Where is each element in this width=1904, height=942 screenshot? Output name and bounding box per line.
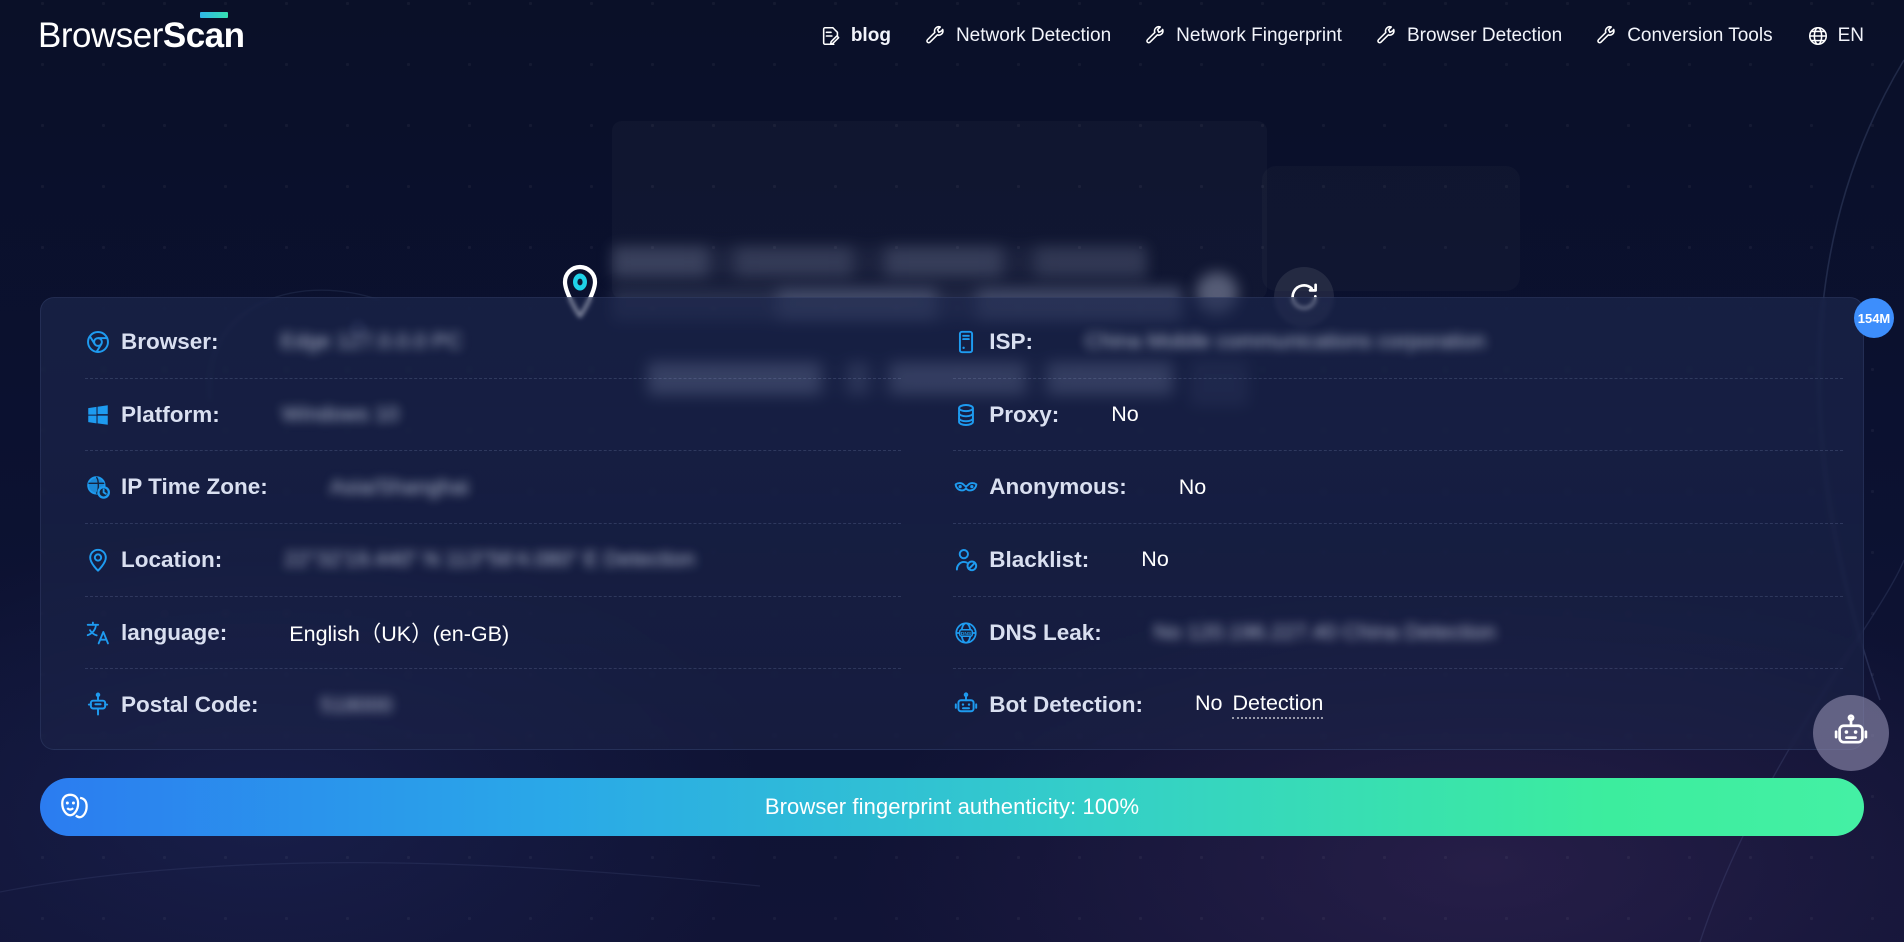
- info-row-isp: ISP: China Mobile communications corpora…: [953, 306, 1843, 379]
- nav-label-language: EN: [1837, 25, 1864, 46]
- info-value-location: 22°32'19.440" N 113°56'4.080" E Detectio…: [284, 547, 696, 572]
- info-column-left: Browser: Edge 127.0.0.0 PC Platform: Win…: [41, 298, 911, 749]
- info-label-blacklist: Blacklist:: [989, 546, 1090, 572]
- document-pencil-icon: [822, 26, 840, 46]
- chrome-browser-icon: [87, 330, 109, 353]
- info-value-dns-leak: No 120.196.227.40 China Detection: [1153, 620, 1496, 645]
- info-row-anonymous: Anonymous: No: [953, 451, 1843, 525]
- info-label-location: Location:: [121, 546, 223, 572]
- fingerprint-info-card: Browser: Edge 127.0.0.0 PC Platform: Win…: [40, 297, 1889, 771]
- nav-label-network-detection: Network Detection: [955, 25, 1112, 46]
- site-header: Browser Scan blog Network Detection Netw…: [0, 0, 1904, 72]
- info-row-postal-code: Postal Code: 518000: [85, 669, 901, 741]
- logo-text-bold: Scan: [162, 16, 245, 55]
- logo-accent-bar: [199, 12, 228, 18]
- robot-icon: [955, 692, 978, 713]
- svg-text:DNS: DNS: [961, 631, 972, 637]
- nav-item-conversion-tools[interactable]: Conversion Tools: [1596, 25, 1773, 47]
- info-value-browser: Edge 127.0.0.0 PC: [280, 329, 463, 354]
- info-label-browser: Browser:: [121, 328, 219, 354]
- windows-icon: [88, 404, 108, 425]
- info-label-dns-leak: DNS Leak:: [989, 619, 1102, 645]
- main-navigation: blog Network Detection Network Fingerpri…: [820, 25, 1868, 47]
- info-value-ip-time-zone: Asia/Shanghai: [329, 474, 469, 499]
- nav-label-browser-detection: Browser Detection: [1406, 25, 1563, 46]
- info-row-dns-leak: DNS DNS Leak: No 120.196.227.40 China De…: [953, 597, 1843, 670]
- dns-globe-icon: DNS: [955, 621, 977, 644]
- info-value-language: English（UK）(en-GB): [289, 622, 510, 647]
- ip-address-redacted: [612, 246, 1147, 278]
- info-value-blacklist: No: [1141, 547, 1169, 572]
- info-label-bot-detection: Bot Detection:: [989, 692, 1143, 718]
- mailbox-icon: [87, 692, 109, 716]
- nav-label-blog: blog: [850, 25, 891, 46]
- badge-label: 154M: [1857, 310, 1891, 326]
- nav-item-network-fingerprint[interactable]: Network Fingerprint: [1145, 25, 1342, 47]
- robot-chat-fab-button[interactable]: [1813, 695, 1889, 771]
- info-label-ip-time-zone: IP Time Zone:: [121, 474, 268, 500]
- wrench-icon: [926, 25, 944, 44]
- brand-logo[interactable]: Browser Scan: [38, 12, 245, 56]
- info-row-blacklist: Blacklist: No: [953, 524, 1843, 597]
- user-blocked-icon: [956, 548, 978, 572]
- info-row-browser: Browser: Edge 127.0.0.0 PC: [85, 306, 902, 379]
- info-label-isp: ISP:: [989, 328, 1034, 354]
- authenticity-label: Browser fingerprint authenticity: 100%: [764, 794, 1140, 819]
- nav-item-browser-detection[interactable]: Browser Detection: [1376, 25, 1562, 47]
- bot-detection-result: No: [1195, 691, 1223, 716]
- wrench-icon: [1146, 25, 1164, 44]
- database-icon: [958, 403, 975, 426]
- page-root: Browser Scan blog Network Detection Netw…: [0, 0, 1904, 942]
- info-value-platform: Windows 10: [281, 402, 399, 426]
- info-label-platform: Platform:: [121, 401, 220, 427]
- info-value-proxy: No: [1111, 402, 1139, 426]
- translate-icon: [86, 621, 109, 644]
- wrench-icon: [1377, 25, 1395, 44]
- info-row-platform: Platform: Windows 10: [85, 379, 902, 452]
- logo-text-light: Browser: [38, 16, 163, 55]
- info-label-anonymous: Anonymous:: [989, 474, 1127, 500]
- robot-chat-icon: [1834, 714, 1868, 744]
- fingerprint-authenticity-bar[interactable]: Browser fingerprint authenticity: 100%: [40, 778, 1864, 836]
- wrench-icon: [1597, 25, 1615, 44]
- mask-icon: [954, 482, 978, 492]
- info-value-anonymous: No: [1178, 474, 1207, 499]
- visitor-count-badge[interactable]: 154M: [1854, 298, 1894, 338]
- info-row-ip-time-zone: IP Time Zone: Asia/Shanghai: [85, 451, 902, 525]
- info-row-location: Location: 22°32'19.440" N 113°56'4.080" …: [85, 524, 902, 597]
- info-row-bot-detection: Bot Detection: No Detection: [953, 669, 1843, 741]
- info-row-proxy: Proxy: No: [953, 379, 1843, 452]
- nav-label-conversion-tools: Conversion Tools: [1627, 25, 1773, 46]
- info-value-postal-code: 518000: [320, 692, 393, 717]
- server-icon: [959, 330, 974, 353]
- globe-icon: [1808, 26, 1827, 46]
- info-row-language: language: English（UK）(en-GB): [85, 597, 902, 670]
- info-value-isp: China Mobile communications corporation: [1085, 329, 1486, 354]
- globe-clock-icon: [87, 476, 110, 499]
- theater-masks-icon: [61, 793, 88, 819]
- info-column-right: ISP: China Mobile communications corpora…: [911, 298, 1863, 749]
- nav-item-language-switcher[interactable]: EN: [1807, 25, 1864, 47]
- bot-detection-link[interactable]: Detection: [1232, 691, 1324, 720]
- nav-label-network-fingerprint: Network Fingerprint: [1176, 25, 1342, 46]
- info-label-language: language:: [121, 619, 228, 645]
- map-pin-icon: [89, 548, 107, 572]
- info-value-bot-detection: No Detection: [1143, 691, 1843, 720]
- info-label-proxy: Proxy:: [989, 401, 1060, 427]
- nav-item-network-detection[interactable]: Network Detection: [925, 25, 1111, 47]
- hero-ip-summary: [0, 72, 1904, 406]
- info-label-postal-code: Postal Code:: [121, 692, 259, 718]
- nav-item-blog[interactable]: blog: [820, 25, 891, 47]
